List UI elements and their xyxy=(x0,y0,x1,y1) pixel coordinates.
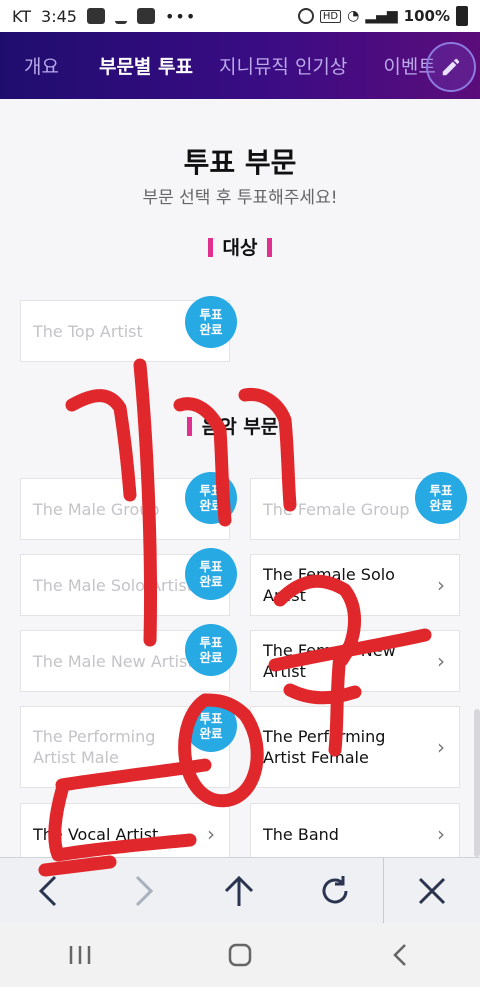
category-label: The Performing Artist Male xyxy=(33,727,156,767)
category-label: The Female Solo Artist xyxy=(263,565,395,605)
heading-accent-bar xyxy=(207,238,213,257)
carrier-label: KT xyxy=(12,6,32,26)
close-icon xyxy=(419,877,446,904)
chevron-right-icon: › xyxy=(437,822,445,846)
chevron-right-icon: › xyxy=(437,573,445,597)
category-label: The Band xyxy=(263,824,339,844)
page-subtitle: 부문 선택 후 투표해주세요! xyxy=(142,188,338,208)
vote-complete-badge: 투표 완료 xyxy=(185,296,237,348)
scrollbar[interactable] xyxy=(474,709,480,857)
category-label: The Male Group xyxy=(33,499,160,519)
download-icon xyxy=(114,8,127,24)
page-title: 투표 부문 xyxy=(183,146,297,179)
clock: 3:45 xyxy=(41,6,77,26)
scroll-top-button[interactable] xyxy=(192,858,288,924)
vote-complete-badge: 투표 완료 xyxy=(185,548,237,600)
category-label: The Top Artist xyxy=(33,321,143,341)
arrow-up-icon xyxy=(225,875,254,906)
section-heading-music-label: 음악 부문 xyxy=(201,416,279,438)
chevron-right-icon xyxy=(135,875,153,906)
category-label: The Female New Artist xyxy=(263,641,396,681)
tab-event[interactable]: 이벤트 xyxy=(347,52,435,79)
battery-level: 100% xyxy=(403,7,450,25)
forward-button[interactable] xyxy=(96,858,192,924)
system-back-button[interactable] xyxy=(360,923,440,987)
vote-complete-badge: 투표 완료 xyxy=(185,472,237,524)
pencil-icon xyxy=(442,58,460,76)
back-button[interactable] xyxy=(0,858,96,924)
chevron-right-icon: › xyxy=(437,735,445,759)
category-label: The Male Solo Artist xyxy=(33,575,193,595)
section-heading-music: 음악 부문 xyxy=(0,412,480,439)
chevron-right-icon: › xyxy=(437,649,445,673)
section-heading-grand: 대상 xyxy=(0,233,480,260)
browser-toolbar xyxy=(0,857,480,924)
close-button[interactable] xyxy=(384,858,480,924)
notification-icon xyxy=(86,8,105,24)
category-label: The Vocal Artist xyxy=(33,824,159,844)
home-button[interactable] xyxy=(200,923,280,987)
more-icon: ••• xyxy=(164,6,197,26)
category-card-female-new[interactable]: The Female New Artist › xyxy=(250,630,460,692)
chevron-left-icon xyxy=(38,875,56,906)
signal-icon: ▂▄▆ xyxy=(365,8,398,24)
youtube-icon xyxy=(136,8,155,24)
system-nav-bar xyxy=(0,923,480,987)
status-bar: KT 3:45 ••• HD ◔ ▂▄▆ 100% xyxy=(0,0,480,32)
vote-complete-badge: 투표 완료 xyxy=(415,472,467,524)
battery-icon xyxy=(456,6,468,26)
category-label: The Performing Artist Female xyxy=(263,727,386,767)
heading-accent-bar xyxy=(267,238,273,257)
category-card-band[interactable]: The Band › xyxy=(250,803,460,857)
back-arrow-icon xyxy=(393,944,406,966)
home-icon xyxy=(228,943,252,967)
chevron-right-icon: › xyxy=(207,822,215,846)
refresh-button[interactable] xyxy=(287,858,383,924)
hd-icon: HD xyxy=(319,9,342,23)
category-card-female-solo[interactable]: The Female Solo Artist › xyxy=(250,554,460,616)
vote-complete-badge: 투표 완료 xyxy=(185,624,237,676)
edit-button[interactable] xyxy=(426,42,476,92)
recent-apps-button[interactable] xyxy=(40,923,120,987)
tab-overview[interactable]: 개요 xyxy=(0,52,59,79)
vote-complete-badge: 투표 완료 xyxy=(185,700,237,752)
category-label: The Male New Artist xyxy=(33,651,194,671)
alarm-icon xyxy=(297,8,314,24)
tab-bar: 개요 부문별 투표 지니뮤직 인기상 이벤트 xyxy=(0,32,480,99)
category-card-performing-female[interactable]: The Performing Artist Female › xyxy=(250,706,460,788)
refresh-icon xyxy=(322,875,348,903)
vote-content[interactable]: 투표 부문 부문 선택 후 투표해주세요! 대상 The Top Artist … xyxy=(0,99,480,857)
heading-accent-bar xyxy=(186,417,192,436)
tab-category-vote[interactable]: 부문별 투표 xyxy=(59,52,193,79)
category-label: The Female Group xyxy=(263,499,410,519)
wifi-icon: ◔ xyxy=(347,8,360,24)
tab-genie-popularity[interactable]: 지니뮤직 인기상 xyxy=(193,52,347,79)
recent-apps-icon xyxy=(69,946,91,964)
section-heading-grand-label: 대상 xyxy=(222,237,258,259)
category-card-vocal[interactable]: The Vocal Artist › xyxy=(20,803,230,857)
